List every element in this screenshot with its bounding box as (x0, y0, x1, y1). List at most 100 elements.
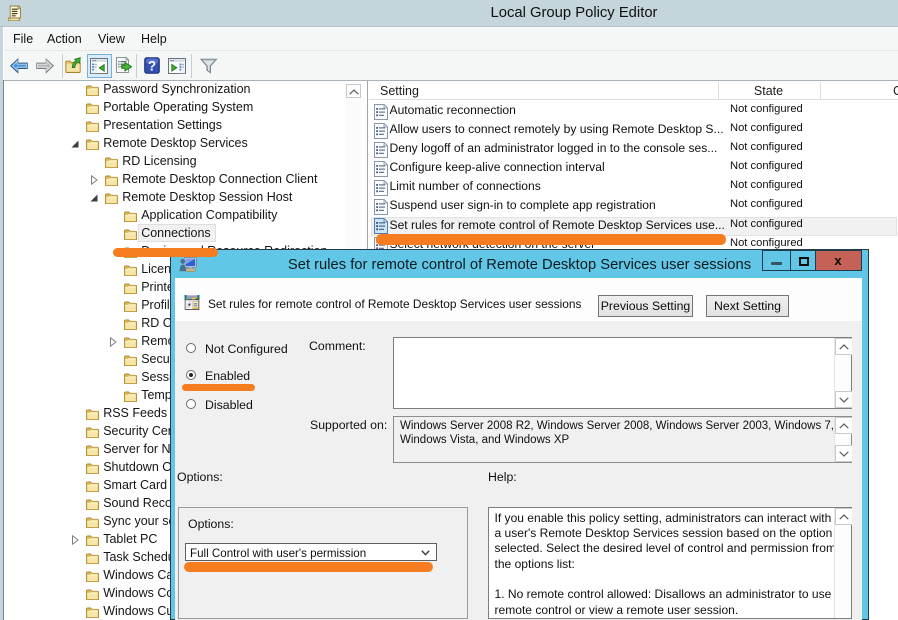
column-header-setting[interactable]: Setting (380, 84, 419, 98)
back-icon[interactable] (9, 56, 29, 76)
radio-label-disabled: Disabled (205, 398, 253, 412)
toolbar-separator (136, 54, 137, 78)
maximize-icon (799, 257, 809, 266)
tree-item[interactable]: Portable Operating System (4, 99, 366, 117)
help-text: If you enable this policy setting, admin… (495, 511, 837, 619)
table-row[interactable]: Allow users to connect remotely by using… (369, 121, 898, 140)
tree-item-label: Smart Card (103, 478, 167, 492)
dialog-header-strip: Set rules for remote control of Remote D… (175, 278, 862, 321)
forward-icon[interactable] (35, 56, 55, 76)
state-cell: Not configured (730, 218, 803, 230)
comment-textbox[interactable] (393, 337, 852, 409)
filter-icon[interactable] (199, 56, 219, 76)
show-action-pane-icon[interactable] (167, 56, 187, 76)
menu-file[interactable]: File (13, 28, 33, 50)
tree-item[interactable]: Remote Desktop Connection Client (4, 171, 366, 189)
options-label: Options: (177, 470, 223, 484)
tree-item-label: Password Synchronization (103, 82, 250, 96)
help-text-line: selected. Select the desired level of co… (495, 541, 837, 556)
annotation-list-row (376, 234, 726, 245)
annotation-enabled (182, 384, 255, 391)
window-controls: x (762, 250, 862, 271)
comment-scrollbar[interactable] (834, 338, 851, 408)
setting-cell: Deny logoff of an administrator logged i… (390, 141, 718, 155)
state-cell: Not configured (730, 141, 803, 153)
comment-label: Comment: (309, 339, 366, 353)
up-one-level-icon[interactable] (65, 56, 85, 76)
annotation-dropdown (184, 562, 433, 572)
table-row[interactable]: Configure keep-alive connection interval… (369, 159, 898, 178)
tree-item[interactable]: Connections (4, 225, 366, 243)
help-box: If you enable this policy setting, admin… (488, 507, 852, 619)
options-inner-label: Options: (188, 517, 234, 531)
tree-item-label: Application Compatibility (141, 208, 277, 222)
dialog-titlebar: Set rules for remote control of Remote D… (171, 250, 868, 277)
help-label: Help: (488, 470, 517, 484)
state-cell: Not configured (730, 103, 803, 115)
close-button[interactable]: x (816, 250, 862, 271)
radio-not-configured[interactable] (186, 343, 196, 353)
scroll-up-icon[interactable] (835, 338, 852, 355)
column-separator-header (820, 82, 821, 99)
help-text-line: the options list: (495, 557, 837, 572)
tree-item[interactable]: Remote Desktop Session Host (4, 189, 366, 207)
tree-item-label: Remote Desktop Services (103, 136, 248, 150)
scroll-down-icon[interactable] (835, 391, 852, 408)
menu-view[interactable]: View (98, 28, 125, 50)
close-icon: x (816, 251, 860, 270)
column-header-state[interactable]: State (718, 84, 820, 98)
tree-item[interactable]: Remote Desktop Services (4, 135, 366, 153)
tree-item-label: Tablet PC (103, 532, 157, 546)
column-header-comment[interactable]: Comment (893, 84, 898, 98)
menubar: File Action View Help (4, 28, 898, 50)
setting-cell: Configure keep-alive connection interval (390, 160, 605, 174)
supported-on-label: Supported on: (310, 418, 387, 432)
next-setting-button[interactable]: Next Setting (706, 295, 789, 317)
radio-disabled[interactable] (186, 399, 196, 409)
tree-item[interactable]: RD Licensing (4, 153, 366, 171)
table-row[interactable]: Deny logoff of an administrator logged i… (369, 140, 898, 159)
help-icon[interactable]: ? (142, 56, 162, 76)
setting-cell: Allow users to connect remotely by using… (390, 122, 724, 136)
chevron-down-icon (421, 550, 430, 556)
supported-on-text: Windows Server 2008 R2, Windows Server 2… (400, 419, 834, 449)
dropdown-value: Full Control with user's permission (190, 547, 366, 560)
supported-scrollbar[interactable] (834, 417, 851, 462)
control-level-dropdown[interactable]: Full Control with user's permission (185, 543, 437, 561)
previous-setting-button[interactable]: Previous Setting (598, 295, 693, 317)
export-list-icon[interactable] (114, 56, 134, 76)
help-text-line: If you enable this policy setting, admin… (495, 511, 837, 526)
state-cell: Not configured (730, 122, 803, 134)
minimize-button[interactable] (762, 250, 790, 271)
table-row[interactable]: Suspend user sign-in to complete app reg… (369, 198, 898, 217)
radio-label-enabled: Enabled (205, 369, 250, 383)
minimize-icon (771, 262, 782, 265)
scroll-up-icon[interactable] (835, 508, 852, 525)
tree-item[interactable]: Presentation Settings (4, 117, 366, 135)
setting-cell: Suspend user sign-in to complete app reg… (390, 198, 656, 212)
scroll-up-icon[interactable] (346, 84, 361, 98)
scroll-up-icon[interactable] (835, 417, 852, 434)
tree-item-label: RSS Feeds (103, 406, 167, 420)
show-console-tree-icon[interactable] (89, 56, 109, 76)
supported-on-box: Windows Server 2008 R2, Windows Server 2… (393, 416, 852, 463)
toolbar-separator (62, 54, 63, 78)
scroll-down-icon[interactable] (835, 445, 852, 462)
menu-help[interactable]: Help (141, 28, 167, 50)
gpedit-titlebar: Local Group Policy Editor (0, 0, 898, 27)
state-cell: Not configured (730, 179, 803, 191)
table-row[interactable]: Automatic reconnectionNot configured (369, 102, 898, 121)
toolbar: ? (4, 50, 898, 81)
table-row[interactable]: Limit number of connectionsNot configure… (369, 178, 898, 197)
table-row[interactable]: Set rules for remote control of Remote D… (369, 217, 898, 236)
tree-item[interactable]: Password Synchronization (4, 81, 366, 99)
setting-cell: Set rules for remote control of Remote D… (390, 218, 725, 232)
policy-setting-icon (184, 294, 200, 310)
menu-action[interactable]: Action (47, 28, 82, 50)
radio-enabled[interactable] (186, 370, 196, 380)
tree-item[interactable]: Application Compatibility (4, 207, 366, 225)
state-cell: Not configured (730, 160, 803, 172)
maximize-button[interactable] (790, 250, 816, 271)
help-scrollbar[interactable] (834, 508, 851, 618)
tree-item-label: Portable Operating System (103, 100, 253, 114)
